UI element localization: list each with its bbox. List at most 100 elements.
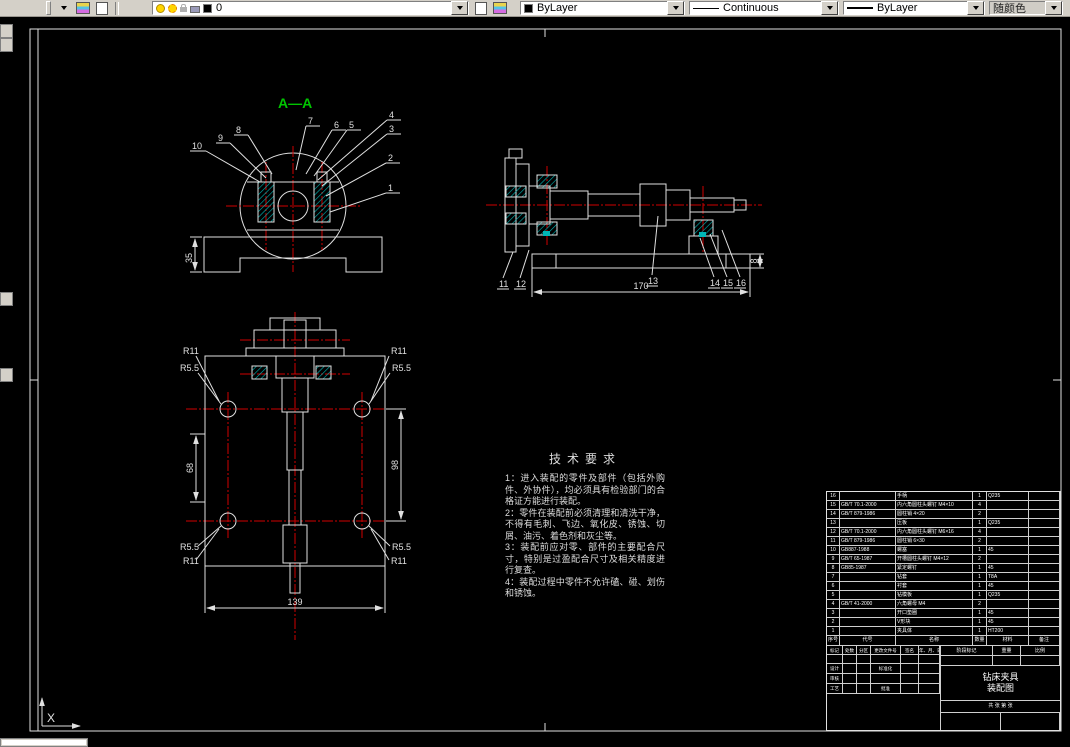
- svg-text:R11: R11: [183, 346, 199, 356]
- dim-98: 98: [390, 460, 400, 470]
- svg-text:10: 10: [192, 141, 202, 151]
- svg-text:1: 1: [388, 183, 393, 193]
- svg-text:6: 6: [334, 120, 339, 130]
- stage-label: 阶段标记: [941, 646, 993, 656]
- layer-previous-button[interactable]: [491, 1, 508, 15]
- chevron-down-icon: [826, 6, 833, 10]
- sheet-count: 共 张 第 张: [941, 701, 1060, 713]
- sheet-icon: [95, 1, 108, 15]
- linetype-preview-icon: [693, 7, 719, 9]
- revision-header-cell: 签名: [901, 646, 919, 655]
- title-block-empty: [827, 694, 940, 730]
- parts-header-cell: 数量: [973, 636, 987, 645]
- svg-text:7: 7: [308, 116, 313, 126]
- parts-row: 12 GB/T 70.1-2000 内六角圆柱头螺钉 M6×16 4: [827, 528, 1060, 537]
- signature-cell: [857, 674, 871, 684]
- signature-cell: 工艺: [827, 684, 843, 694]
- parts-row: 3 开口垫圈 1 45: [827, 609, 1060, 618]
- svg-text:R11: R11: [183, 556, 199, 566]
- radius-label: R5.5: [180, 363, 222, 405]
- layer-previous-icon: [492, 2, 507, 14]
- plotstyle-combo[interactable]: 随颜色: [989, 1, 1063, 15]
- parts-header-cell: 代号: [840, 636, 896, 645]
- make-current-icon: [474, 1, 487, 15]
- parts-row: 10 GB887-1988 螺塞 1 45: [827, 546, 1060, 555]
- layer-combo[interactable]: 0: [152, 1, 469, 15]
- parts-row: 8 GB85-1987 紧定螺钉 1 45: [827, 564, 1060, 573]
- parts-row: 9 GB/T 65-1987 开槽圆柱头螺钉 M4×12 2: [827, 555, 1060, 564]
- signature-cell: [901, 684, 919, 694]
- side-view: 170 8 11 12 13 14 15 16: [486, 148, 764, 297]
- toolbar-separator: [115, 1, 119, 15]
- layer-manager-button[interactable]: [93, 1, 110, 15]
- dim-8: 8: [749, 258, 759, 263]
- layer-properties-button[interactable]: [74, 1, 91, 15]
- lineweight-preview-icon: [847, 7, 873, 9]
- command-input[interactable]: [2, 740, 86, 745]
- svg-text:14: 14: [710, 278, 720, 288]
- dim-35: 35: [184, 253, 194, 263]
- section-view-aa: A—A 35 1 2 3 4 5 6 7 8 9 10: [184, 95, 401, 273]
- parts-row: 16 手柄 1 Q235: [827, 492, 1060, 501]
- scale-label: 比例: [1021, 646, 1060, 656]
- svg-text:R5.5: R5.5: [180, 363, 199, 373]
- parts-header-cell: 材料: [987, 636, 1029, 645]
- parts-header-cell: 序号: [827, 636, 840, 645]
- lineweight-combo[interactable]: ByLayer: [843, 1, 985, 15]
- ucs-x-label: X: [47, 711, 55, 725]
- docked-toolbar-button[interactable]: [0, 24, 13, 38]
- color-combo[interactable]: ByLayer: [520, 1, 685, 15]
- make-layer-current-button[interactable]: [472, 1, 489, 15]
- radius-label: R5.5: [180, 525, 222, 552]
- parts-row: 5 钻模板 1 Q235: [827, 591, 1060, 600]
- toolbar-grip[interactable]: [46, 1, 51, 15]
- svg-text:R11: R11: [391, 556, 407, 566]
- layer-combo-dropdown[interactable]: [451, 1, 468, 15]
- command-line-fragment[interactable]: [0, 738, 88, 747]
- balloon-6: 6: [305, 120, 346, 175]
- layer-name: 0: [216, 2, 223, 14]
- linetype-combo[interactable]: Continuous: [689, 1, 839, 15]
- plotstyle-combo-dropdown[interactable]: [1045, 1, 1062, 15]
- layer-on-icon[interactable]: [156, 3, 165, 13]
- tech-requirements: 技术要求 1：进入装配的零件及部件（包括外购件、外协件），均必须具有检验部门的合…: [505, 450, 665, 600]
- lineweight-combo-dropdown[interactable]: [967, 1, 984, 15]
- docked-toolbar-button[interactable]: [0, 368, 13, 382]
- tech-title: 技术要求: [548, 452, 621, 466]
- svg-text:12: 12: [516, 279, 526, 289]
- signature-cell: [919, 674, 940, 684]
- svg-text:3: 3: [389, 124, 394, 134]
- toolbar-overflow-button[interactable]: [55, 1, 72, 15]
- balloon-1: 1: [329, 183, 400, 213]
- tech-items: 1：进入装配的零件及部件（包括外购件、外协件），均必须具有检验部门的合格证方能进…: [505, 473, 665, 600]
- signature-cell: [901, 664, 919, 674]
- signature-cell: 设计: [827, 664, 843, 674]
- signature-cell: 标准化: [871, 664, 901, 674]
- dim-68: 68: [185, 463, 195, 473]
- parts-list: 16 手柄 1 Q235 15 GB/T 70.1-2000 内六角圆柱头螺钉 M4×10 4…: [827, 492, 1060, 636]
- tech-item: 2：零件在装配前必须清理和清洗干净，不得有毛刺、飞边、氧化皮、锈蚀、切屑、油污、…: [505, 507, 665, 541]
- layer-freeze-icon[interactable]: [168, 3, 177, 13]
- svg-text:9: 9: [218, 133, 223, 143]
- balloon-14: 14: [699, 237, 720, 289]
- signature-cell: [901, 674, 919, 684]
- parts-header-cell: 名称: [896, 636, 973, 645]
- layer-color-swatch: [203, 3, 212, 13]
- docked-toolbar-button[interactable]: [0, 292, 13, 306]
- signature-cell: [919, 684, 940, 694]
- docked-toolbar-button[interactable]: [0, 38, 13, 52]
- layer-plot-icon[interactable]: [190, 5, 200, 13]
- radius-label: R11: [183, 346, 220, 402]
- balloon-12: 12: [514, 249, 530, 290]
- chevron-down-icon: [1050, 6, 1057, 10]
- drawing-title: 钻床夹具 装配图: [941, 666, 1060, 701]
- tech-item: 4：装配过程中零件不允许磕、碰、划伤和锈蚀。: [505, 576, 665, 599]
- parts-list-header: 序号 代号 名称 数量 材料 备注: [827, 636, 1060, 646]
- parts-row: 7 钻套 1 T8A: [827, 573, 1060, 582]
- svg-text:16: 16: [736, 278, 746, 288]
- layer-lock-icon[interactable]: [180, 4, 187, 12]
- stage-value-row: [941, 656, 1060, 666]
- drawing-title-line2: 装配图: [986, 683, 1014, 693]
- color-combo-dropdown[interactable]: [667, 1, 684, 15]
- linetype-combo-dropdown[interactable]: [821, 1, 838, 15]
